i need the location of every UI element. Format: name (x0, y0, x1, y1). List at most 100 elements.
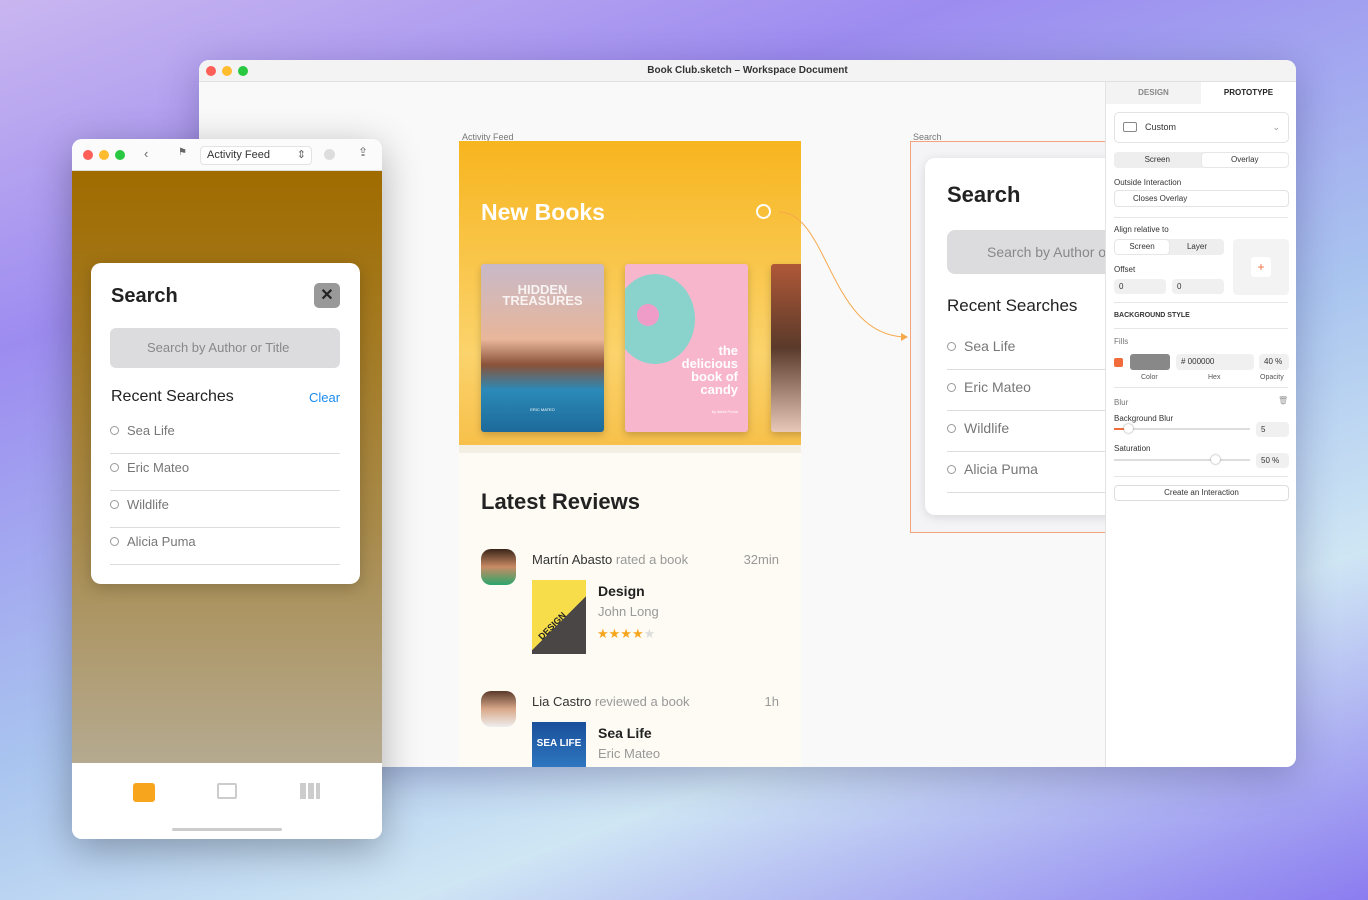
tab-design[interactable]: DESIGN (1106, 82, 1201, 104)
book-author: by Alicia Puma (711, 409, 738, 414)
star-rating: ★★★★★ (597, 626, 656, 641)
review-header: Lia Castro reviewed a book (532, 694, 690, 709)
recent-item[interactable]: Alicia Puma (110, 534, 340, 565)
book-title: HIDDEN TREASURES (502, 282, 583, 308)
forward-icon[interactable] (324, 149, 335, 160)
device-select[interactable]: Custom ⌄ (1114, 112, 1289, 143)
recent-item[interactable]: Sea Life (110, 423, 340, 454)
book-title[interactable]: Design (598, 583, 645, 599)
fill-checkbox[interactable] (1114, 358, 1123, 367)
opacity-caption: Opacity (1260, 374, 1284, 381)
timestamp: 32min (743, 552, 779, 567)
align-layer[interactable]: Layer (1170, 239, 1224, 255)
align-segment[interactable]: Screen Layer (1114, 239, 1224, 255)
fills-label: Fills (1114, 337, 1129, 346)
search-icon (110, 426, 119, 435)
create-interaction-button[interactable]: Create an Interaction (1114, 485, 1289, 501)
close-button[interactable] (206, 66, 216, 76)
clear-button[interactable]: Clear (309, 390, 340, 405)
prototype-link-connector (778, 211, 908, 341)
zoom-button[interactable] (238, 66, 248, 76)
avatar[interactable] (481, 549, 516, 585)
monitor-icon (1123, 122, 1137, 132)
background-style-header[interactable]: BACKGROUND STYLE (1114, 312, 1190, 319)
saturation-value-field[interactable]: 50 % (1256, 453, 1289, 468)
book-cover[interactable]: SEA LIFE (532, 722, 586, 767)
search-icon (110, 537, 119, 546)
plus-icon: + (1251, 257, 1271, 277)
search-icon (110, 500, 119, 509)
hex-field[interactable]: # 000000 (1176, 354, 1254, 370)
trash-icon[interactable]: 🗑 (1278, 396, 1288, 405)
tab-bar (72, 763, 382, 839)
color-swatch[interactable] (1130, 354, 1170, 370)
search-icon (947, 465, 956, 474)
preview-window: ‹ ⚑ Activity Feed ⇕ ⇪ Search ✕ Search by … (72, 139, 382, 839)
book-cover[interactable]: HIDDEN TREASURES ERIC MATEO (481, 264, 604, 432)
recent-item[interactable]: Wildlife (110, 497, 340, 528)
blur-label: Blur (1114, 398, 1129, 407)
user-name[interactable]: Martín Abasto (532, 552, 612, 567)
search-icon (947, 424, 956, 433)
offset-x-field[interactable]: 0 (1114, 279, 1166, 294)
preview-toolbar: ‹ ⚑ Activity Feed ⇕ ⇪ (72, 139, 382, 171)
artboard-activity-feed[interactable]: New Books HIDDEN TREASURES ERIC MATEO th… (459, 141, 801, 767)
search-field[interactable]: Search by Author or Title (110, 328, 340, 368)
align-screen[interactable]: Screen (1115, 240, 1169, 254)
saturation-slider[interactable] (1114, 455, 1250, 464)
inspector-panel: DESIGN PROTOTYPE Custom ⌄ Screen Overlay O… (1105, 82, 1296, 767)
saturation-label: Saturation (1114, 444, 1151, 453)
close-button[interactable] (83, 150, 93, 160)
recent-title: Recent Searches (111, 388, 234, 405)
window-title: Book Club.sketch – Workspace Document (647, 65, 848, 76)
zoom-button[interactable] (115, 150, 125, 160)
hex-caption: Hex (1208, 374, 1221, 381)
book-cover[interactable]: the delicious book of candy by Alicia Pu… (625, 264, 748, 432)
page-select[interactable]: Activity Feed ⇕ (200, 146, 312, 165)
back-icon[interactable]: ‹ (144, 146, 148, 161)
artboard-search[interactable]: Search Search by Author or Title Recent … (910, 141, 1147, 533)
background-blur-label: Background Blur (1114, 414, 1174, 423)
recent-item[interactable]: Eric Mateo (110, 460, 340, 491)
user-name[interactable]: Lia Castro (532, 694, 591, 709)
outside-select[interactable]: Closes Overlay (1114, 190, 1289, 207)
blur-slider[interactable] (1114, 424, 1250, 433)
search-icon (947, 383, 956, 392)
cover-text: DESIGN (536, 610, 568, 642)
search-title: Search (111, 285, 178, 307)
book-cover[interactable]: DESIGN (532, 580, 586, 654)
minimize-button[interactable] (222, 66, 232, 76)
tab-stats-icon[interactable] (300, 783, 320, 799)
action-text: rated a book (615, 552, 689, 567)
book-title: the delicious book of candy (681, 343, 738, 397)
minimize-button[interactable] (99, 150, 109, 160)
home-indicator (172, 828, 282, 831)
search-overlay: Search Search by Author or Title Recent … (925, 158, 1147, 515)
tab-prototype[interactable]: PROTOTYPE (1201, 82, 1296, 104)
mode-segment[interactable]: Screen Overlay (1114, 152, 1289, 168)
opacity-field[interactable]: 40 % (1259, 354, 1289, 370)
book-author: John Long (598, 604, 659, 619)
share-icon[interactable]: ⇪ (358, 145, 368, 159)
alignment-grid[interactable]: + (1233, 239, 1289, 295)
offset-y-field[interactable]: 0 (1172, 279, 1224, 294)
review-header: Martín Abasto rated a book (532, 552, 688, 567)
offset-label: Offset (1114, 265, 1136, 274)
search-icon (947, 342, 956, 351)
align-label: Align relative to (1114, 225, 1169, 234)
avatar[interactable] (481, 691, 516, 727)
title-bar: Book Club.sketch – Workspace Document (199, 60, 1296, 82)
flag-icon[interactable]: ⚑ (178, 147, 187, 158)
book-author: ERIC MATEO (530, 407, 555, 412)
book-title[interactable]: Sea Life (598, 725, 652, 741)
blur-value-field[interactable]: 5 (1256, 422, 1289, 437)
mode-screen[interactable]: Screen (1114, 152, 1201, 168)
header-title: New Books (481, 199, 605, 225)
mode-overlay[interactable]: Overlay (1201, 153, 1288, 167)
close-icon[interactable]: ✕ (314, 283, 340, 308)
color-caption: Color (1141, 374, 1158, 381)
action-text: reviewed a book (594, 694, 690, 709)
tab-library-icon[interactable] (217, 783, 237, 799)
tab-feed-icon[interactable] (133, 783, 155, 802)
outside-label: Outside Interaction (1114, 178, 1182, 187)
